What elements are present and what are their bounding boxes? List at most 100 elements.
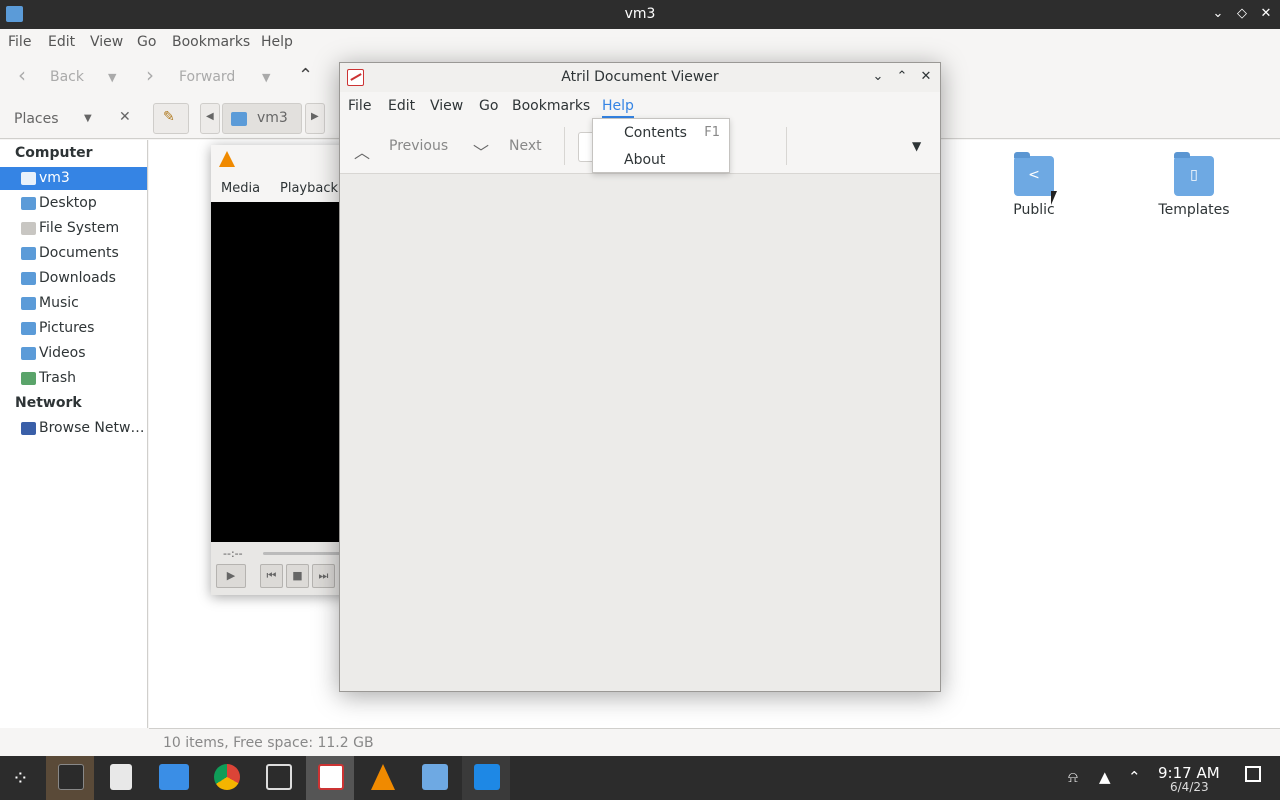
menu-item-about[interactable]: About: [593, 147, 729, 173]
status-bar: 10 items, Free space: 11.2 GB: [149, 728, 1280, 756]
sidebar-item-label: Music: [39, 295, 79, 311]
sidebar-item-documents[interactable]: Documents: [0, 242, 147, 265]
menu-help[interactable]: Help: [261, 34, 293, 50]
minimize-icon[interactable]: ⌄: [1208, 4, 1228, 24]
atril-titlebar[interactable]: Atril Document Viewer ⌄ ⌃ ✕: [340, 63, 940, 92]
sidebar-item-vm3[interactable]: vm3: [0, 167, 147, 190]
atril-menu-help[interactable]: Help: [602, 98, 634, 118]
task-chrome[interactable]: [202, 756, 250, 800]
window-title: vm3: [624, 6, 656, 22]
menu-edit[interactable]: Edit: [48, 34, 75, 50]
sidebar-item-label: Videos: [39, 345, 86, 361]
previous-icon[interactable]: ⏮: [260, 564, 283, 588]
atril-menu-view[interactable]: View: [430, 98, 463, 114]
taskbar: ⁘ ⍾ ▲ ⌃ 9:17 AM 6/4/23: [0, 756, 1280, 800]
task-vscode[interactable]: [462, 756, 510, 800]
next-icon[interactable]: ⏭: [312, 564, 335, 588]
sidebar-item-label: vm3: [39, 170, 70, 186]
file-manager-icon: [422, 764, 448, 790]
downloads-folder-icon: [21, 272, 36, 285]
folder-public[interactable]: < Public: [989, 152, 1079, 218]
sidebar-item-label: Pictures: [39, 320, 95, 336]
back-dropdown-icon[interactable]: ▼: [108, 71, 116, 84]
vlc-menu-media[interactable]: Media: [221, 181, 260, 196]
chrome-icon: [214, 764, 240, 790]
previous-page-icon[interactable]: ︿: [354, 139, 370, 163]
sidebar-item-label: Documents: [39, 245, 119, 261]
play-icon[interactable]: ▶: [216, 564, 246, 588]
forward-button[interactable]: Forward: [179, 69, 235, 85]
document-area[interactable]: [340, 174, 940, 691]
folder-templates[interactable]: ▯ Templates: [1149, 152, 1239, 218]
maximize-icon[interactable]: ⌃: [893, 68, 911, 86]
home-folder-icon: [231, 112, 247, 126]
task-files[interactable]: [150, 756, 198, 800]
menu-bookmarks[interactable]: Bookmarks: [172, 34, 250, 50]
vlc-tray-icon[interactable]: ▲: [1099, 768, 1111, 786]
tray-expand-icon[interactable]: ⌃: [1128, 768, 1141, 786]
menu-go[interactable]: Go: [137, 34, 156, 50]
task-vlc[interactable]: [358, 756, 406, 800]
task-text-editor[interactable]: [98, 756, 146, 800]
next-button[interactable]: Next: [509, 138, 542, 154]
menu-item-label: About: [624, 152, 666, 168]
screenshot-icon: [266, 764, 292, 790]
drive-icon: [21, 222, 36, 235]
atril-menu-edit[interactable]: Edit: [388, 98, 415, 114]
sidebar-item-trash[interactable]: Trash: [0, 367, 147, 390]
elapsed-time: --:--: [223, 547, 243, 560]
next-page-icon[interactable]: ﹀: [473, 139, 489, 163]
computer-heading: Computer: [15, 145, 93, 161]
close-icon[interactable]: ✕: [1256, 4, 1276, 24]
sidebar-item-label: Browse Netw…: [39, 420, 145, 436]
atril-menu-bookmarks[interactable]: Bookmarks: [512, 98, 590, 114]
atril-menu-file[interactable]: File: [348, 98, 371, 114]
back-arrow-icon[interactable]: ‹: [18, 63, 26, 87]
places-label[interactable]: Places: [14, 111, 59, 127]
places-dropdown-icon[interactable]: ▼: [84, 113, 92, 124]
sidebar-item-desktop[interactable]: Desktop: [0, 192, 147, 215]
sidebar-item-music[interactable]: Music: [0, 292, 147, 315]
minimize-icon[interactable]: ⌄: [869, 68, 887, 86]
clock-date[interactable]: 6/4/23: [1170, 780, 1209, 794]
sidebar-item-browse-network[interactable]: Browse Netw…: [0, 417, 147, 440]
file-manager-titlebar[interactable]: vm3 ⌄ ◇ ✕: [0, 0, 1280, 29]
menu-file[interactable]: File: [8, 34, 31, 50]
path-right-button[interactable]: ▶: [305, 103, 325, 134]
notifications-icon[interactable]: ⍾: [1068, 768, 1078, 786]
task-file-manager[interactable]: [410, 756, 458, 800]
task-screenshot[interactable]: [254, 756, 302, 800]
menu-item-contents[interactable]: Contents F1: [593, 120, 729, 146]
up-icon[interactable]: ⌃: [298, 65, 313, 86]
back-button[interactable]: Back: [50, 69, 84, 85]
atril-icon: [318, 764, 344, 790]
toolbar-separator: [564, 127, 565, 165]
forward-dropdown-icon[interactable]: ▼: [262, 71, 270, 84]
stop-icon[interactable]: ■: [286, 564, 309, 588]
atril-menu-go[interactable]: Go: [479, 98, 498, 114]
sidebar-item-file-system[interactable]: File System: [0, 217, 147, 240]
pencil-icon: ✎: [163, 109, 175, 125]
toolbar-overflow-icon[interactable]: ▼: [912, 139, 921, 153]
close-sidebar-icon[interactable]: ✕: [119, 109, 131, 125]
task-settings[interactable]: [46, 756, 94, 800]
edit-location-button[interactable]: ✎: [153, 103, 189, 134]
forward-arrow-icon[interactable]: ›: [146, 63, 154, 87]
maximize-icon[interactable]: ◇: [1232, 4, 1252, 24]
show-desktop-icon[interactable]: [1245, 766, 1261, 782]
path-vm3-button[interactable]: vm3: [222, 103, 302, 134]
sidebar-item-downloads[interactable]: Downloads: [0, 267, 147, 290]
close-icon[interactable]: ✕: [917, 68, 935, 86]
task-atril[interactable]: [306, 756, 354, 800]
status-text: 10 items, Free space: 11.2 GB: [163, 735, 374, 751]
previous-button[interactable]: Previous: [389, 138, 448, 154]
videos-folder-icon: [21, 347, 36, 360]
sidebar-item-videos[interactable]: Videos: [0, 342, 147, 365]
path-left-button[interactable]: ◀: [200, 103, 220, 134]
app-menu-button[interactable]: ⁘: [0, 756, 48, 800]
vlc-menu-playback[interactable]: Playback: [280, 181, 338, 196]
network-icon: [21, 422, 36, 435]
sidebar-item-pictures[interactable]: Pictures: [0, 317, 147, 340]
network-heading: Network: [15, 395, 82, 411]
menu-view[interactable]: View: [90, 34, 123, 50]
